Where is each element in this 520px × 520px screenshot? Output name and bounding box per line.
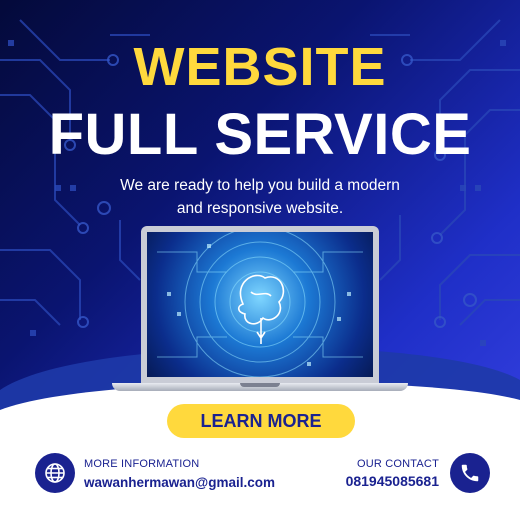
subtitle-line-2: and responsive website.: [176, 200, 344, 217]
more-information-label: MORE INFORMATION: [84, 458, 200, 470]
email-address[interactable]: wawanhermawan@gmail.com: [84, 475, 275, 490]
headline-full-service: FULL SERVICE: [48, 102, 472, 167]
phone-icon: [450, 453, 490, 493]
subtitle: We are ready to help you build a modern …: [90, 174, 430, 220]
laptop-illustration: [112, 226, 408, 396]
headline-website: WEBSITE: [133, 37, 387, 97]
subtitle-line-1: We are ready to help you build a modern: [120, 177, 400, 194]
promo-poster: WEBSITE FULL SERVICE We are ready to hel…: [0, 0, 520, 520]
learn-more-button[interactable]: LEARN MORE: [167, 404, 355, 438]
laptop-screen: [141, 226, 379, 383]
phone-number[interactable]: 081945085681: [346, 473, 439, 489]
laptop-notch: [240, 383, 280, 387]
globe-icon: [35, 453, 75, 493]
ai-brain-image: [147, 232, 373, 377]
our-contact-label: OUR CONTACT: [356, 458, 439, 470]
